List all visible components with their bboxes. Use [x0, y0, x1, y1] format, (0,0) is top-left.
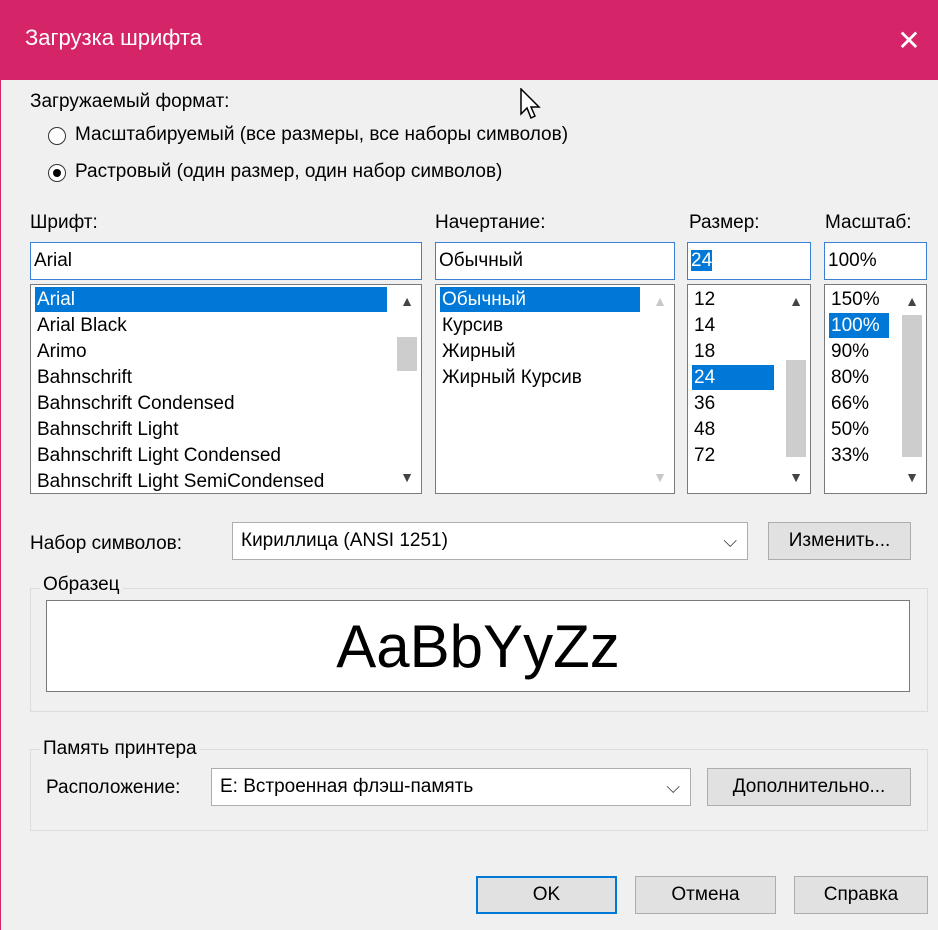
scroll-thumb[interactable]: [786, 360, 806, 457]
charset-label: Набор символов:: [30, 533, 183, 554]
scale-list-scrollbar[interactable]: ▲ ▼: [898, 285, 926, 493]
chevron-down-icon: ⌵: [723, 531, 737, 551]
list-item[interactable]: Arial Black: [35, 313, 127, 338]
font-list-scrollbar[interactable]: ▲ ▼: [393, 285, 421, 493]
font-input[interactable]: Arial: [30, 242, 422, 280]
scroll-up-icon: ▲: [653, 293, 667, 309]
mouse-cursor-icon: [520, 88, 541, 120]
sample-preview: AaBbYyZz: [46, 600, 910, 692]
style-input[interactable]: Обычный: [435, 242, 675, 280]
scale-label: Масштаб:: [825, 212, 912, 233]
radio-scalable-label[interactable]: Масштабируемый (все размеры, все наборы …: [75, 124, 568, 146]
format-label: Загружаемый формат:: [30, 91, 230, 112]
size-input-selected-text: 24: [691, 250, 713, 271]
list-item[interactable]: Bahnschrift Light Condensed: [35, 443, 281, 468]
scroll-up-icon[interactable]: ▲: [393, 287, 421, 315]
list-item[interactable]: Обычный: [440, 287, 640, 312]
list-item[interactable]: 24: [692, 365, 774, 390]
font-label: Шрифт:: [30, 212, 98, 233]
list-item[interactable]: 50%: [829, 417, 869, 442]
scroll-up-icon[interactable]: ▲: [898, 287, 926, 315]
list-item[interactable]: Bahnschrift Condensed: [35, 391, 235, 416]
advanced-button[interactable]: Дополнительно...: [707, 768, 911, 806]
list-item[interactable]: Arimo: [35, 339, 87, 364]
list-item[interactable]: Arial: [35, 287, 387, 312]
list-item[interactable]: 48: [692, 417, 715, 442]
style-label: Начертание:: [435, 212, 546, 233]
scroll-down-icon[interactable]: ▼: [782, 463, 810, 491]
list-item[interactable]: 80%: [829, 365, 869, 390]
location-select[interactable]: E: Встроенная флэш-память ⌵: [211, 768, 691, 806]
charset-value: Кириллица (ANSI 1251): [241, 530, 448, 551]
charset-select[interactable]: Кириллица (ANSI 1251) ⌵: [232, 522, 748, 560]
cancel-button[interactable]: Отмена: [635, 876, 776, 914]
list-item[interactable]: 66%: [829, 391, 869, 416]
list-item[interactable]: Жирный Курсив: [440, 365, 582, 390]
list-item[interactable]: 18: [692, 339, 715, 364]
list-item[interactable]: Курсив: [440, 313, 503, 338]
size-list[interactable]: 12 14 18 24 36 48 72 ▲ ▼: [687, 284, 811, 494]
list-item[interactable]: 100%: [829, 313, 889, 338]
printer-memory-caption: Память принтера: [40, 738, 200, 760]
location-label: Расположение:: [46, 777, 181, 798]
scroll-down-icon: ▼: [653, 469, 667, 485]
list-item[interactable]: 90%: [829, 339, 869, 364]
list-item[interactable]: 150%: [829, 287, 880, 312]
style-list[interactable]: Обычный Курсив Жирный Жирный Курсив ▲ ▼: [435, 284, 675, 494]
font-list[interactable]: Arial Arial Black Arimo Bahnschrift Bahn…: [30, 284, 422, 494]
size-input[interactable]: 24: [687, 242, 811, 280]
list-item[interactable]: 36: [692, 391, 715, 416]
scroll-thumb[interactable]: [397, 337, 417, 371]
scroll-up-icon[interactable]: ▲: [782, 287, 810, 315]
chevron-down-icon: ⌵: [666, 777, 680, 797]
location-value: E: Встроенная флэш-память: [220, 776, 474, 797]
list-item[interactable]: Bahnschrift Light SemiCondensed: [35, 469, 324, 493]
list-item[interactable]: Жирный: [440, 339, 516, 364]
scroll-down-icon[interactable]: ▼: [898, 463, 926, 491]
ok-button[interactable]: OK: [476, 876, 617, 914]
sample-caption: Образец: [40, 574, 123, 596]
change-button[interactable]: Изменить...: [768, 522, 911, 560]
list-item[interactable]: 14: [692, 313, 715, 338]
style-list-scrollbar: ▲ ▼: [646, 285, 674, 493]
list-item[interactable]: 12: [692, 287, 715, 312]
title-bar: Загрузка шрифта ✕: [1, 0, 938, 80]
radio-bitmap[interactable]: [48, 164, 66, 182]
font-download-dialog: Загрузка шрифта ✕ Загружаемый формат: Ма…: [0, 0, 938, 930]
radio-scalable[interactable]: [48, 127, 66, 145]
radio-bitmap-label[interactable]: Растровый (один размер, один набор симво…: [75, 161, 502, 183]
list-item[interactable]: 33%: [829, 443, 869, 468]
help-button[interactable]: Справка: [794, 876, 928, 914]
close-icon[interactable]: ✕: [879, 0, 938, 80]
scale-input[interactable]: 100%: [824, 242, 927, 280]
list-item[interactable]: Bahnschrift Light: [35, 417, 179, 442]
dialog-title: Загрузка шрифта: [25, 25, 202, 50]
radio-bitmap-dot: [53, 169, 61, 177]
size-list-scrollbar[interactable]: ▲ ▼: [782, 285, 810, 493]
scale-list[interactable]: 150% 100% 90% 80% 66% 50% 33% ▲ ▼: [824, 284, 927, 494]
list-item[interactable]: Bahnschrift: [35, 365, 132, 390]
scroll-down-icon[interactable]: ▼: [393, 463, 421, 491]
size-label: Размер:: [689, 212, 760, 233]
scroll-thumb[interactable]: [902, 315, 922, 457]
list-item[interactable]: 72: [692, 443, 715, 468]
